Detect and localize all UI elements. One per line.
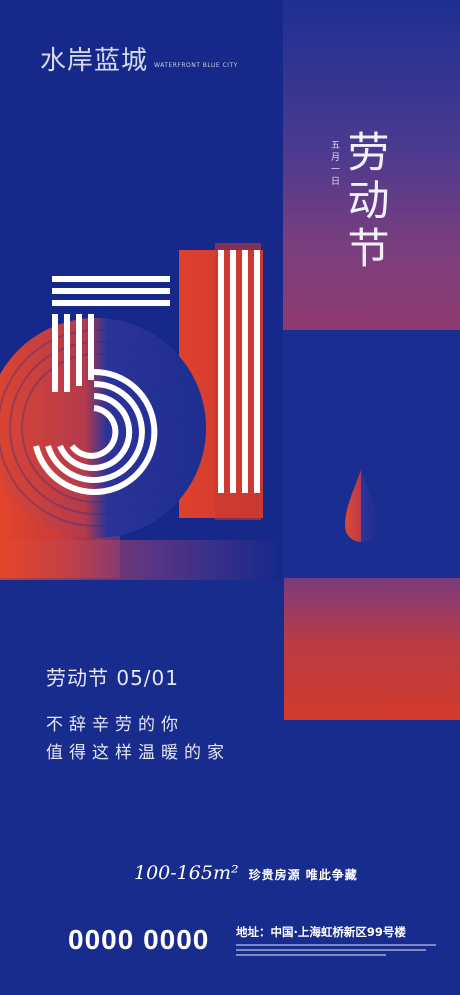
fine-print [236,944,436,962]
red-block [284,578,460,720]
phone-number[interactable]: 0000 0000 [68,924,209,956]
five-top-bars [52,276,170,306]
tagline: 珍贵房源 唯此争藏 [248,868,358,882]
poster: 水岸蓝城 WATERFRONT BLUE CITY 五月一日 劳动节 劳动节 0… [0,0,460,995]
address: 地址：中国·上海虹桥新区99号楼 [236,925,406,939]
festival-date-line: 劳动节 05/01 [46,666,179,690]
area-tagline-row: 100-165m² 珍贵房源 唯此争藏 [134,862,358,884]
water-drop-icon [345,470,377,542]
fifty-one-graphic [0,243,263,538]
slogan-line-2: 值得这样温暖的家 [46,743,230,763]
area-range: 100-165m² [134,862,239,884]
slogan-line-1: 不辞辛劳的你 [46,715,184,735]
five-circle-base [0,318,206,538]
